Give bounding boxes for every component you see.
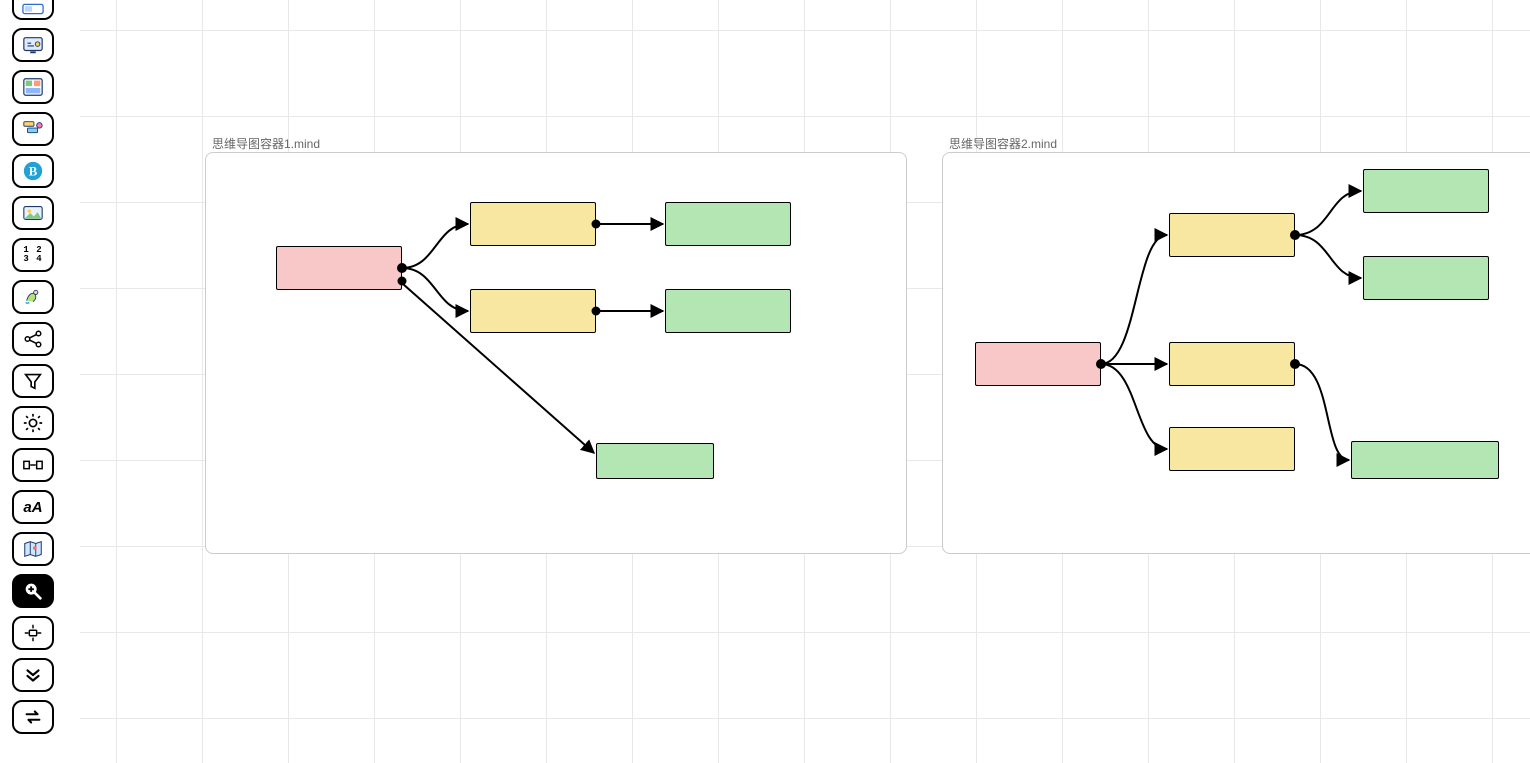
svg-text:B: B [29, 165, 38, 179]
mermaid-icon[interactable] [12, 280, 54, 314]
swap-arrows-icon[interactable] [12, 700, 54, 734]
container-2-label: 思维导图容器2.mind [949, 135, 1057, 152]
leaf-node-1[interactable] [1363, 169, 1489, 213]
zoom-in-icon[interactable] [12, 574, 54, 608]
image-landscape-icon[interactable] [12, 196, 54, 230]
leaf-node-2[interactable] [665, 289, 791, 333]
brightness-icon[interactable] [12, 406, 54, 440]
leaf-node-2[interactable] [1363, 256, 1489, 300]
dashboard-color-icon[interactable] [12, 70, 54, 104]
blogger-b-icon[interactable]: B [12, 154, 54, 188]
child-node-3[interactable] [1169, 427, 1295, 471]
map-color-icon[interactable] [12, 532, 54, 566]
mindmap-container-2[interactable]: 思维导图容器2.mind [942, 152, 1530, 554]
left-toolbar: B 1 2 3 4 aA [12, 0, 56, 734]
child-node-1[interactable] [470, 202, 596, 246]
matrix-bottom-text: 3 4 [23, 255, 42, 264]
app-monitor-icon[interactable] [12, 28, 54, 62]
double-chevron-down-icon[interactable] [12, 658, 54, 692]
text-style-icon[interactable]: aA [12, 490, 54, 524]
diagram-canvas[interactable]: 思维导图容器1.mind [80, 0, 1530, 763]
child-node-2[interactable] [1169, 342, 1295, 386]
root-node[interactable] [975, 342, 1101, 386]
tags-color-icon[interactable] [12, 112, 54, 146]
leaf-node-3[interactable] [1351, 441, 1499, 479]
funnel-filter-icon[interactable] [12, 364, 54, 398]
leaf-node-3[interactable] [596, 443, 714, 479]
graph-nodes-icon[interactable] [12, 322, 54, 356]
child-node-2[interactable] [470, 289, 596, 333]
split-cells-icon[interactable] [12, 448, 54, 482]
mindmap-container-1[interactable]: 思维导图容器1.mind [205, 152, 907, 554]
child-node-1[interactable] [1169, 213, 1295, 257]
root-node[interactable] [276, 246, 402, 290]
leaf-node-1[interactable] [665, 202, 791, 246]
panel-icon[interactable] [12, 0, 54, 20]
container-1-label: 思维导图容器1.mind [212, 135, 320, 152]
matrix-numbers-icon[interactable]: 1 2 3 4 [12, 238, 54, 272]
text-style-label: aA [23, 499, 42, 516]
center-focus-icon[interactable] [12, 616, 54, 650]
